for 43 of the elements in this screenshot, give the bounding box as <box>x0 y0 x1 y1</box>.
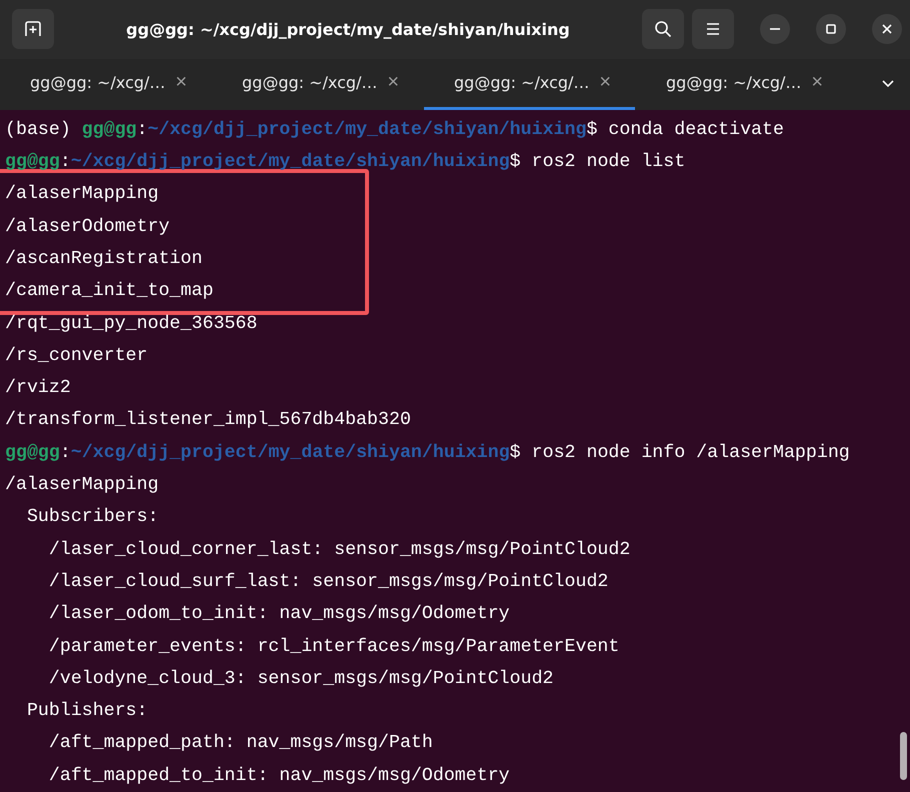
search-icon <box>654 20 672 38</box>
output-line: /rs_converter <box>4 344 148 368</box>
prompt-line: (base) gg@gg:~/xcg/djj_project/my_date/shiyan/huixing$ conda deactivate <box>4 118 784 142</box>
menu-button[interactable] <box>692 9 734 50</box>
output-line: /transform_listener_impl_567db4bab320 <box>4 409 411 432</box>
terminal-tab[interactable]: gg@gg: ~/xcg/… × <box>636 58 847 110</box>
tab-close-button[interactable]: × <box>811 71 823 94</box>
tab-close-button[interactable]: × <box>599 71 611 94</box>
output-line: /camera_init_to_map <box>4 280 214 304</box>
output-line: /aft_mapped_to_init: nav_msgs/msg/Odometry <box>48 764 510 788</box>
window-title: gg@gg: ~/xcg/djj_project/my_date/shiyan/huixing <box>125 20 571 39</box>
prompt-line: gg@gg:~/xcg/djj_project/my_date/shiyan/huixing$ ros2 node info /alaserMapping <box>4 442 850 465</box>
close-button[interactable] <box>872 14 902 44</box>
output-line: /rqt_gui_py_node_363568 <box>4 312 258 336</box>
menu-icon <box>705 22 721 36</box>
output-line: Subscribers: <box>26 506 159 530</box>
output-line: /laser_cloud_surf_last: sensor_msgs/msg/PointCloud2 <box>48 570 608 594</box>
output-line: /alaserMapping <box>4 474 159 498</box>
output-line: /ascanRegistration <box>4 248 202 271</box>
output-line: Publishers: <box>26 700 148 724</box>
new-tab-icon <box>24 20 42 38</box>
output-line: /rviz2 <box>4 377 71 400</box>
output-line: /velodyne_cloud_3: sensor_msgs/msg/PointCloud2 <box>48 668 554 691</box>
search-button[interactable] <box>642 9 684 50</box>
close-icon <box>881 23 893 36</box>
output-line: /alaserOdometry <box>4 216 170 239</box>
output-line: /alaserMapping <box>4 183 159 206</box>
terminal-tab[interactable]: gg@gg: ~/xcg/… × <box>212 58 423 110</box>
output-line: /aft_mapped_path: nav_msgs/msg/Path <box>48 732 433 756</box>
tab-close-button[interactable]: × <box>175 71 187 94</box>
output-line: /parameter_events: rcl_interfaces/msg/ParameterEvent <box>48 636 620 659</box>
new-tab-button[interactable] <box>12 9 54 50</box>
chevron-down-icon <box>881 79 895 90</box>
terminal-tab[interactable]: gg@gg: ~/xcg/… × <box>0 58 211 110</box>
tab-close-button[interactable]: × <box>387 71 399 94</box>
prompt-line: gg@gg:~/xcg/djj_project/my_date/shiyan/huixing$ ros2 node list <box>4 151 686 174</box>
maximize-button[interactable] <box>816 14 846 44</box>
output-line: /laser_cloud_corner_last: sensor_msgs/msg/PointCloud2 <box>48 538 630 562</box>
scrollbar-thumb[interactable] <box>900 732 907 780</box>
maximize-icon <box>825 23 837 36</box>
minimize-button[interactable] <box>760 14 790 44</box>
minimize-icon <box>770 28 780 30</box>
output-line: /laser_odom_to_init: nav_msgs/msg/Odometry <box>48 603 510 626</box>
